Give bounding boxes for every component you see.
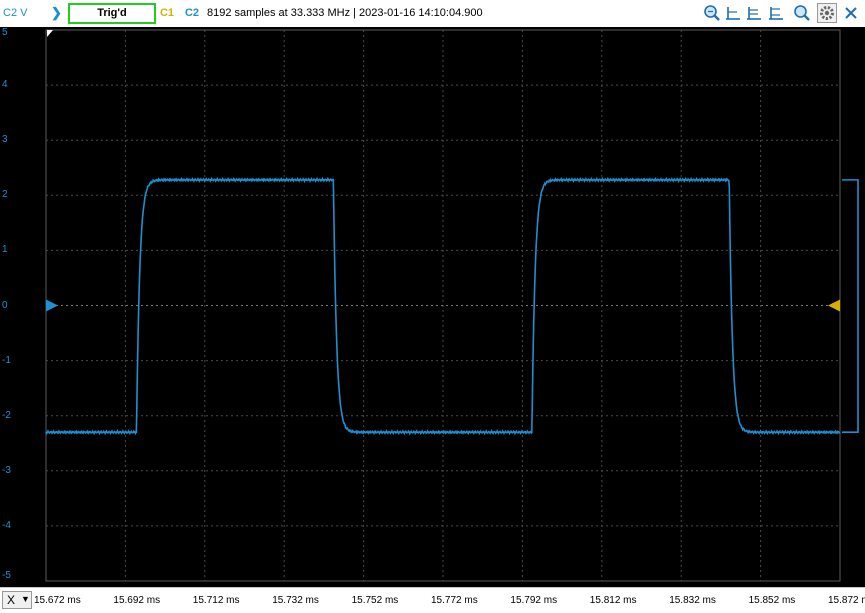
- waveform-plot[interactable]: [0, 27, 865, 587]
- x-tick-label: 15.712 ms: [192, 595, 240, 606]
- cursor-icon: [726, 7, 740, 20]
- x-tick-label: 15.752 ms: [351, 595, 399, 606]
- chevron-right-icon: ❯: [51, 5, 62, 20]
- y-axis-title: C2 V: [3, 7, 28, 19]
- trigger-position-marker: [47, 30, 53, 37]
- chevron-down-icon: ▼: [21, 594, 30, 604]
- scope-display[interactable]: 5 4 3 2 1 0 -1 -2 -3 -4 -5: [0, 27, 865, 587]
- close-icon: [845, 7, 857, 19]
- channel-1-level-marker: [828, 299, 840, 312]
- x-tick-label: 15.772 ms: [431, 595, 478, 606]
- trigger-status: Trig'd: [68, 3, 156, 24]
- zoom-fit-button[interactable]: [703, 4, 721, 22]
- x-tick-label: 15.812 ms: [589, 595, 637, 606]
- channel-1-button[interactable]: C1: [156, 4, 178, 22]
- x-axis-selector-label: X: [7, 593, 16, 607]
- x-axis-selector[interactable]: X ▼: [2, 591, 32, 609]
- y-tick-label: -5: [2, 570, 11, 581]
- y-tick-label: 4: [2, 79, 8, 91]
- cursor-icon: [769, 7, 783, 20]
- x-tick-label: 15.832 ms: [669, 595, 716, 606]
- x-tick-label: 15.872 m: [828, 595, 865, 606]
- y-tick-label: -1: [2, 354, 11, 366]
- settings-button[interactable]: [817, 3, 837, 23]
- x-tick-label: 15.692 ms: [113, 595, 161, 606]
- cursor-icon: [747, 7, 761, 20]
- y-tick-label: 1: [2, 244, 8, 256]
- y-tick-label: -3: [2, 464, 11, 476]
- y-tick-label: 3: [2, 134, 8, 146]
- x-tick-label: 15.672 ms: [34, 595, 81, 606]
- zoom-in-icon: [794, 5, 810, 21]
- y-tick-label: 2: [2, 189, 8, 201]
- run-button[interactable]: ❯: [48, 4, 65, 22]
- close-button[interactable]: [842, 4, 860, 22]
- zoom-in-button[interactable]: [793, 4, 811, 22]
- y-tick-label: 5: [2, 27, 8, 38]
- channel-2-button[interactable]: C2: [181, 4, 203, 22]
- toolbar: C2 V ❯ Trig'd C1 C2 8192 samples at 33.3…: [0, 0, 865, 28]
- y-tick-label: -4: [2, 519, 11, 531]
- x-axis-bar: X ▼ 15.672 ms 15.692 ms 15.712 ms 15.732 ms…: [0, 587, 865, 613]
- y-tick-label: 0: [2, 299, 8, 311]
- x-tick-label: 15.852 ms: [748, 595, 796, 606]
- cursor-a-button[interactable]: [724, 4, 742, 22]
- acquisition-info: 8192 samples at 33.333 MHz | 2023-01-16 …: [207, 7, 483, 19]
- gear-icon: [820, 6, 834, 20]
- cursor-b-button[interactable]: [745, 4, 763, 22]
- offscreen-trace-indicator: [842, 179, 859, 434]
- y-tick-label: -2: [2, 409, 11, 421]
- channel-2-level-marker: [46, 299, 58, 312]
- x-tick-label: 15.732 ms: [272, 595, 319, 606]
- zoom-fit-icon: [704, 5, 720, 21]
- x-tick-label: 15.792 ms: [510, 595, 558, 606]
- cursor-c-button[interactable]: [767, 4, 785, 22]
